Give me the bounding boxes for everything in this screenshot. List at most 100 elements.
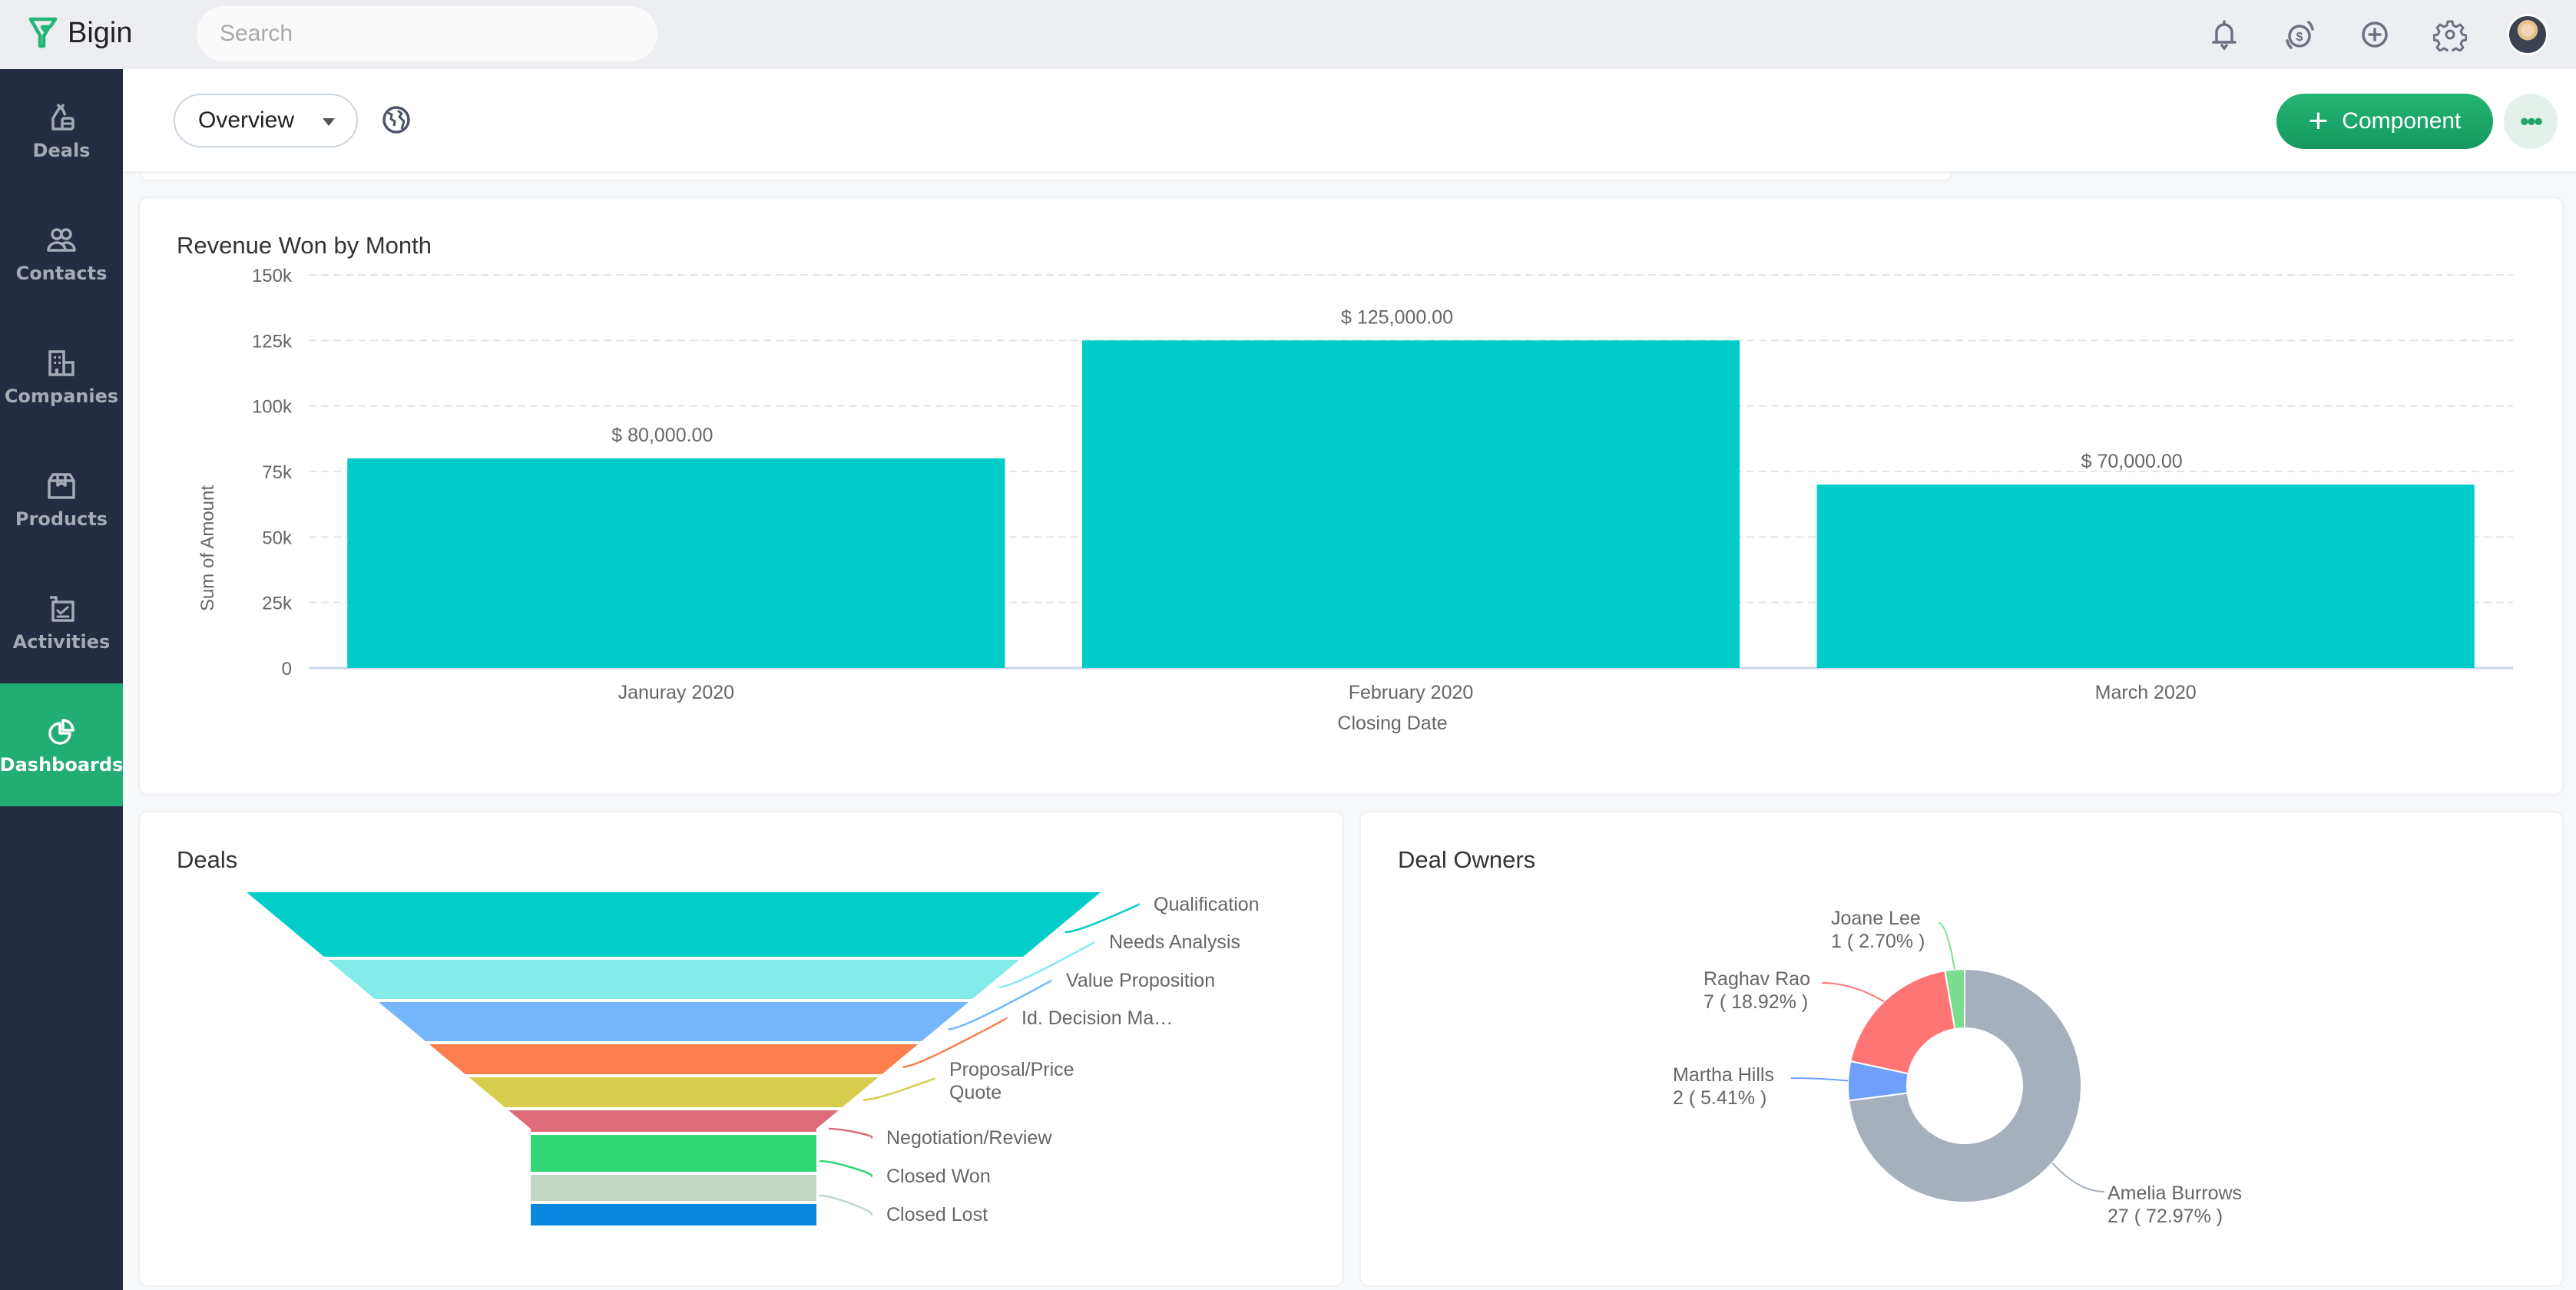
dashboards-pie-icon xyxy=(48,719,74,745)
app-name: Bigin xyxy=(68,16,133,49)
donut-label-value: 1 ( 2.70% ) xyxy=(1831,931,1925,952)
activities-icon xyxy=(50,596,74,622)
funnel-stage-label: Negotiation/Review xyxy=(886,1127,1052,1149)
sidebar-item-label: Companies xyxy=(4,385,119,407)
donut-connector xyxy=(1790,1077,1849,1082)
funnel-stage xyxy=(469,1077,879,1107)
more-options-button[interactable]: ••• xyxy=(2504,94,2558,149)
funnel-chart: Qualification Needs Analysis Value Proposi… xyxy=(247,892,1260,1226)
quick-create-icon[interactable] xyxy=(2356,16,2393,53)
deals-funnel-card: Deals Qualification Needs Analysis Value P… xyxy=(138,811,1344,1287)
y-tick-label: 125k xyxy=(252,331,293,352)
funnel-stage xyxy=(508,1110,839,1132)
y-tick-label: 75k xyxy=(262,462,293,483)
donut-slice xyxy=(1849,970,1956,1075)
top-bar: Bigin $ xyxy=(0,0,2576,69)
donut-connector xyxy=(2051,1162,2105,1192)
dashboard-select-value: Overview xyxy=(198,108,295,133)
funnel-stage xyxy=(247,892,1101,957)
bar-chart: 0 25k 50k 75k 100k 125k 150k $ 80,000.00 Januray… xyxy=(197,266,2513,734)
dashboard-header: Overview + Component ••• xyxy=(123,69,2576,174)
add-component-button[interactable]: + Component xyxy=(2276,94,2493,149)
donut-label-value: 7 ( 18.92% ) xyxy=(1704,991,1808,1013)
sidebar-item-label: Activities xyxy=(12,631,111,653)
x-tick-label: Januray 2020 xyxy=(618,682,735,703)
deals-bag-icon xyxy=(51,103,74,131)
settings-icon[interactable] xyxy=(2432,16,2468,53)
donut-label-value: 27 ( 72.97% ) xyxy=(2107,1206,2223,1227)
donut-connector xyxy=(1938,922,1956,970)
funnel-stage-label: Closed Lost xyxy=(886,1204,988,1226)
sidebar-item-label: Products xyxy=(15,508,108,530)
add-component-label: Component xyxy=(2342,108,2462,134)
funnel-stage-label: Closed Won xyxy=(886,1166,991,1187)
sidebar-item-contacts[interactable]: Contacts xyxy=(0,192,123,315)
bar xyxy=(1816,485,2475,668)
funnel-stage xyxy=(429,1044,919,1074)
notifications-icon[interactable] xyxy=(2206,16,2243,53)
previous-card-bottom-edge xyxy=(140,174,1952,181)
svg-text:$: $ xyxy=(2296,31,2303,44)
bar-data-label: $ 70,000.00 xyxy=(2081,451,2183,472)
funnel-connector xyxy=(819,1194,873,1216)
y-tick-label: 50k xyxy=(262,528,293,548)
funnel-stage xyxy=(327,960,1020,999)
funnel-connector xyxy=(829,1127,873,1140)
globe-icon[interactable] xyxy=(381,104,412,135)
x-axis-title: Closing Date xyxy=(1337,713,1447,734)
funnel-stage xyxy=(531,1135,816,1172)
funnel-stage xyxy=(531,1204,816,1226)
pricing-icon[interactable]: $ xyxy=(2281,16,2318,53)
sidebar-item-activities[interactable]: Activities xyxy=(0,561,123,683)
donut-connector xyxy=(1821,982,1885,1003)
donut-label-value: 2 ( 5.41% ) xyxy=(1673,1087,1766,1109)
funnel-connector xyxy=(863,1077,936,1101)
bar xyxy=(1081,340,1740,668)
sidebar: Deals Contacts Companies Products Activi… xyxy=(0,69,123,1290)
deal-owners-card: Deal Owners Amelia Burrows 27 ( 72.97% ) M… xyxy=(1359,811,2564,1287)
funnel-stage-label: Quote xyxy=(949,1082,1002,1103)
sidebar-item-deals[interactable]: Deals xyxy=(0,69,123,192)
y-tick-label: 100k xyxy=(252,397,293,418)
dashboard-select[interactable]: Overview xyxy=(174,94,358,147)
funnel-stage xyxy=(531,1175,816,1201)
donut-label-name: Martha Hills xyxy=(1673,1064,1774,1086)
bigin-logo-icon xyxy=(28,17,58,48)
sidebar-item-dashboards[interactable]: Dashboards xyxy=(0,683,123,806)
user-avatar[interactable] xyxy=(2507,14,2548,55)
sidebar-item-label: Deals xyxy=(32,140,91,161)
products-box-icon xyxy=(48,473,75,499)
sidebar-item-label: Contacts xyxy=(15,263,108,284)
x-tick-label: February 2020 xyxy=(1349,682,1474,703)
bar-data-label: $ 125,000.00 xyxy=(1341,306,1453,328)
sidebar-item-companies[interactable]: Companies xyxy=(0,315,123,438)
funnel-stage xyxy=(378,1002,969,1041)
funnel-connector xyxy=(819,1159,873,1178)
caret-down-icon xyxy=(323,118,335,126)
funnel-stage-label: Needs Analysis xyxy=(1109,931,1240,953)
donut-label-name: Joane Lee xyxy=(1831,908,1921,929)
plus-icon: + xyxy=(2308,102,2329,140)
funnel-stage-label: Proposal/Price xyxy=(949,1059,1074,1080)
x-tick-label: March 2020 xyxy=(2095,682,2197,703)
funnel-stage-label: Value Proposition xyxy=(1066,970,1215,991)
sidebar-item-products[interactable]: Products xyxy=(0,438,123,561)
bar-data-label: $ 80,000.00 xyxy=(611,425,713,446)
bar xyxy=(347,458,1005,668)
revenue-won-by-month-card: Revenue Won by Month 0 25k 50k 75k 100k 125k 1… xyxy=(138,197,2564,796)
funnel-stage-label: Id. Decision Ma… xyxy=(1021,1007,1173,1029)
more-dots-icon: ••• xyxy=(2520,107,2543,135)
search-input[interactable] xyxy=(197,6,657,61)
y-tick-label: 150k xyxy=(252,266,293,286)
funnel-stage-label: Qualification xyxy=(1154,894,1260,915)
donut-label-name: Raghav Rao xyxy=(1704,968,1810,990)
contacts-icon xyxy=(47,228,76,252)
app-logo[interactable]: Bigin xyxy=(28,15,133,51)
companies-building-icon xyxy=(48,350,74,376)
y-axis-title: Sum of Amount xyxy=(197,485,218,611)
donut-chart: Amelia Burrows27 ( 72.97% ) Martha Hills2… xyxy=(1673,908,2242,1227)
y-tick-label: 25k xyxy=(262,594,293,614)
y-tick-label: 0 xyxy=(282,659,292,680)
sidebar-item-label: Dashboards xyxy=(0,754,124,776)
donut-label-name: Amelia Burrows xyxy=(2107,1182,2242,1204)
